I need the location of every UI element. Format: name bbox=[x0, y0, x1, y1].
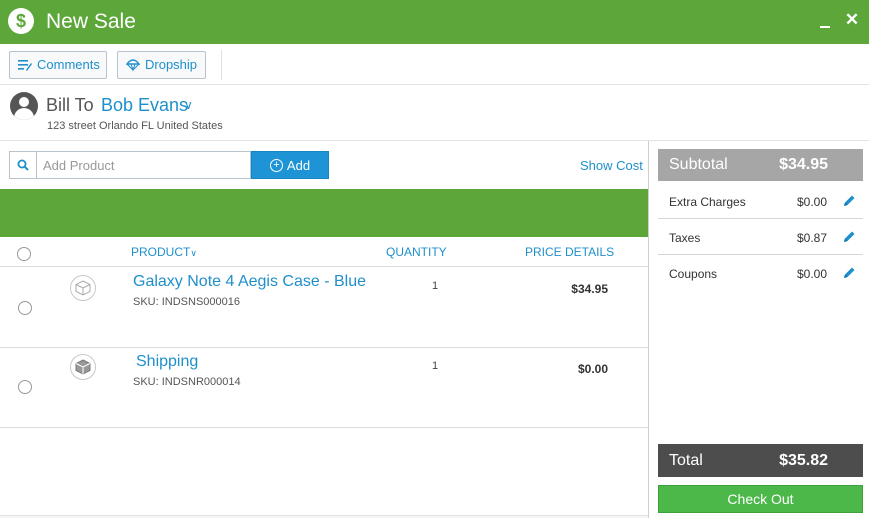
bill-to-label: Bill To bbox=[46, 95, 94, 115]
show-cost-link[interactable]: Show Cost bbox=[580, 158, 643, 173]
total-value: $35.82 bbox=[779, 452, 828, 469]
bill-to-section: Bill To Bob Evans ∨ 123 street Orlando F… bbox=[0, 86, 869, 141]
add-label: Add bbox=[286, 157, 311, 173]
window-title: New Sale bbox=[46, 10, 136, 33]
product-quantity[interactable]: 1 bbox=[432, 280, 438, 292]
box-icon bbox=[70, 275, 96, 301]
comments-button[interactable]: Comments bbox=[9, 51, 107, 79]
close-button[interactable]: ✕ bbox=[844, 10, 860, 30]
add-product-button[interactable]: + Add bbox=[251, 151, 329, 179]
pencil-icon[interactable] bbox=[842, 230, 856, 244]
taxes-label: Taxes bbox=[669, 231, 701, 245]
row-select-radio[interactable] bbox=[18, 380, 32, 394]
toolbar-divider bbox=[221, 50, 222, 80]
add-product-input[interactable] bbox=[38, 152, 249, 178]
pencil-icon[interactable] bbox=[842, 266, 856, 280]
coupons-row: Coupons $0.00 bbox=[658, 255, 863, 291]
subtotal-bar: Subtotal $34.95 bbox=[658, 149, 863, 181]
title-bar: $ New Sale ✕ bbox=[0, 0, 869, 44]
order-summary-panel: Subtotal $34.95 Extra Charges $0.00 Taxe… bbox=[648, 141, 869, 518]
customer-address: 123 street Orlando FL United States bbox=[47, 120, 223, 132]
product-column-header[interactable]: PRODUCT∨ bbox=[131, 245, 197, 259]
green-banner bbox=[0, 189, 648, 237]
parachute-icon bbox=[126, 59, 140, 72]
taxes-value: $0.87 bbox=[797, 231, 828, 245]
product-price: $0.00 bbox=[577, 362, 608, 376]
product-price: $34.95 bbox=[571, 282, 608, 296]
quantity-column-header: QUANTITY bbox=[386, 245, 447, 259]
customer-avatar-icon bbox=[10, 92, 38, 120]
dropship-button[interactable]: Dropship bbox=[117, 51, 206, 79]
subtotal-value: $34.95 bbox=[779, 156, 828, 173]
product-name-link[interactable]: Galaxy Note 4 Aegis Case - Blue bbox=[133, 273, 366, 291]
minimize-button[interactable] bbox=[818, 10, 834, 34]
table-row[interactable]: Galaxy Note 4 Aegis Case - Blue SKU: IND… bbox=[0, 268, 648, 348]
product-quantity[interactable]: 1 bbox=[432, 360, 438, 372]
table-row[interactable]: Shipping SKU: INDSNR000014 1 $0.00 bbox=[0, 348, 648, 428]
coupons-value: $0.00 bbox=[797, 267, 828, 281]
pencil-icon[interactable] bbox=[842, 194, 856, 208]
product-name-link[interactable]: Shipping bbox=[136, 353, 198, 371]
dollar-logo-icon: $ bbox=[8, 8, 34, 34]
customer-name-link[interactable]: Bob Evans bbox=[101, 95, 188, 116]
dropship-label: Dropship bbox=[145, 57, 198, 72]
price-details-column-header: PRICE DETAILS bbox=[525, 245, 615, 259]
select-all-radio[interactable] bbox=[17, 247, 31, 261]
comments-icon bbox=[18, 60, 32, 71]
subtotal-label: Subtotal bbox=[669, 156, 728, 173]
extra-charges-value: $0.00 bbox=[797, 195, 828, 209]
search-icon[interactable] bbox=[10, 152, 37, 178]
comments-label: Comments bbox=[37, 57, 100, 72]
check-out-button[interactable]: Check Out bbox=[658, 485, 863, 513]
toolbar: Comments Dropship bbox=[0, 44, 869, 85]
chevron-down-icon: ∨ bbox=[190, 248, 197, 258]
chevron-down-icon[interactable]: ∨ bbox=[184, 98, 193, 112]
product-search-box bbox=[9, 151, 251, 179]
product-sku: SKU: INDSNR000014 bbox=[133, 376, 241, 388]
total-bar: Total $35.82 bbox=[658, 444, 863, 477]
row-select-radio[interactable] bbox=[18, 301, 32, 315]
extra-charges-label: Extra Charges bbox=[669, 195, 746, 209]
plus-circle-icon: + bbox=[269, 158, 283, 172]
taxes-row: Taxes $0.87 bbox=[658, 219, 863, 255]
product-table-header: PRODUCT∨ QUANTITY PRICE DETAILS bbox=[0, 237, 648, 267]
extra-charges-row: Extra Charges $0.00 bbox=[658, 183, 863, 219]
coupons-label: Coupons bbox=[669, 267, 718, 281]
total-label: Total bbox=[669, 452, 703, 469]
product-sku: SKU: INDSNS000016 bbox=[133, 296, 240, 308]
shipping-box-icon bbox=[70, 354, 96, 380]
